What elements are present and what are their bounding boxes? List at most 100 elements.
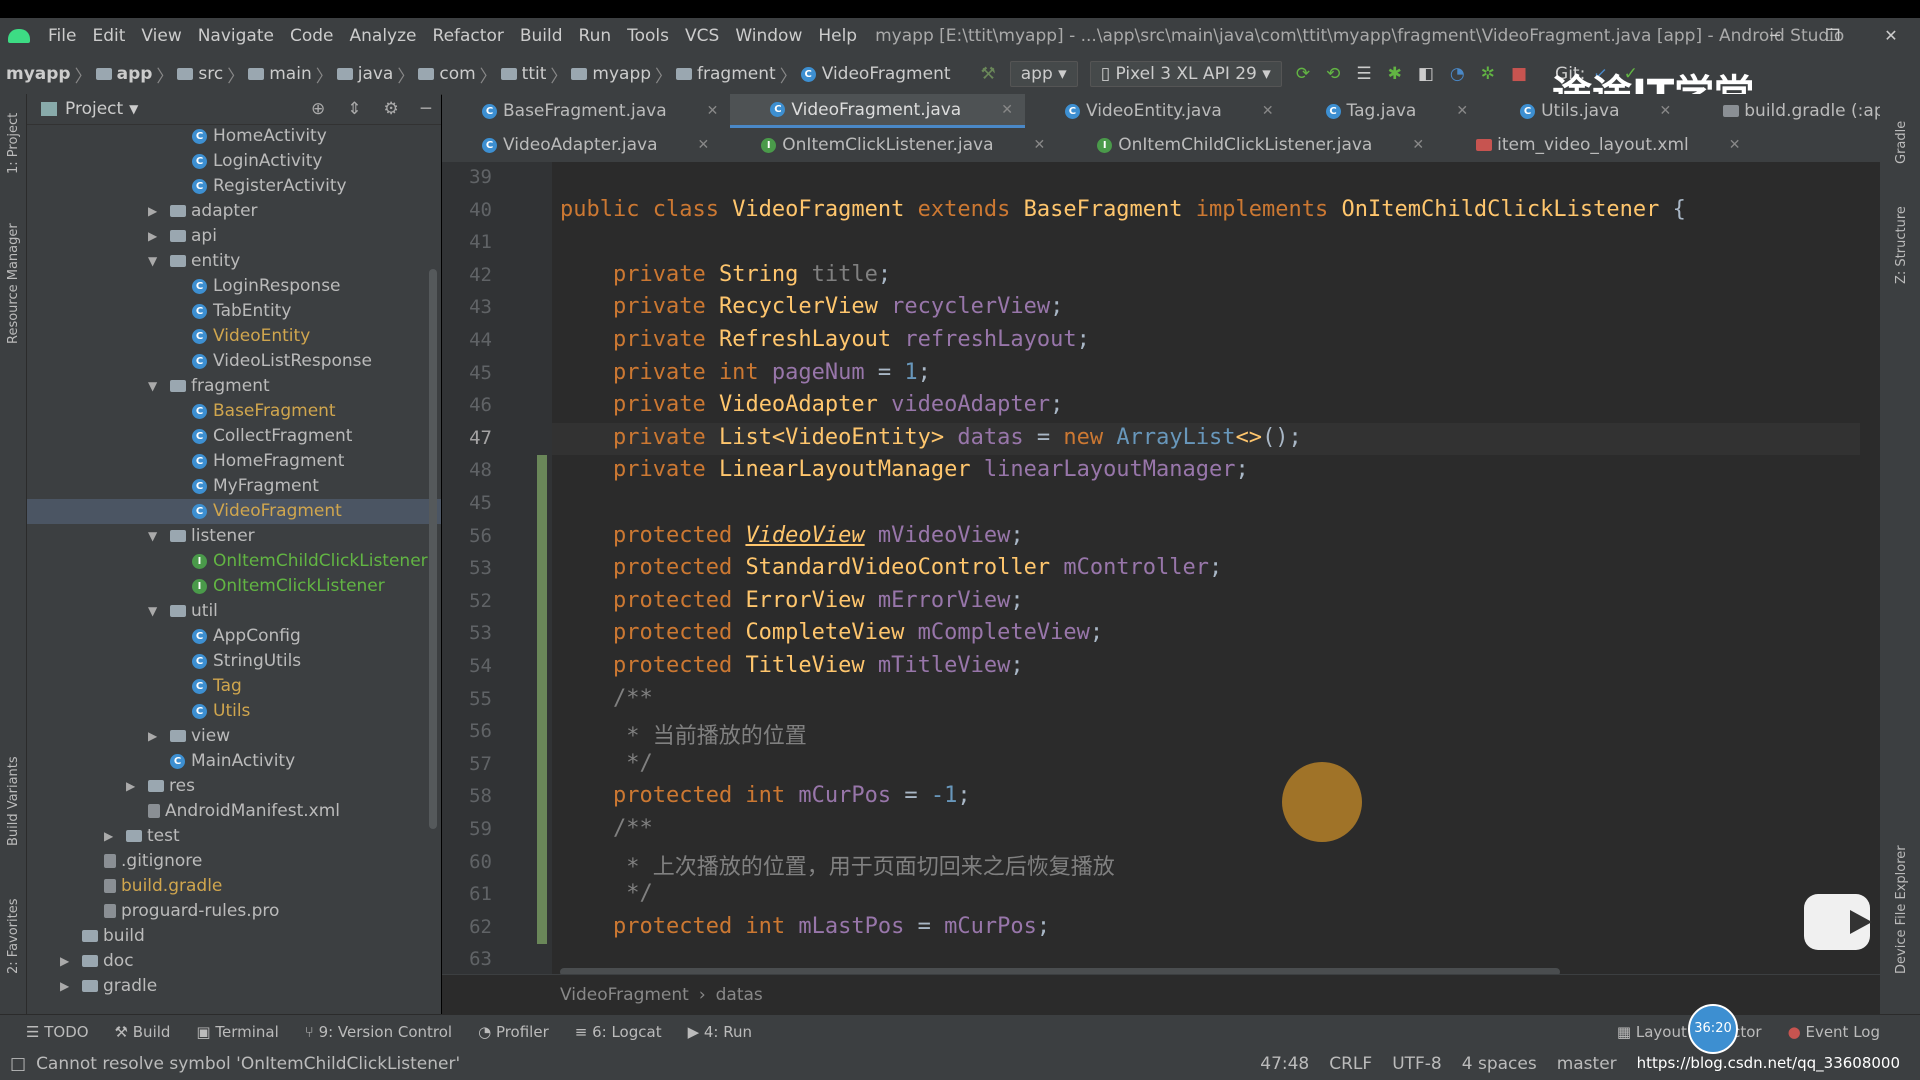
crumb-fragment[interactable]: fragment <box>697 64 776 84</box>
build-variants-tab[interactable]: Build Variants <box>6 756 21 846</box>
sync-icon[interactable]: ☰ <box>1356 64 1371 84</box>
tree-item[interactable]: C LoginResponse <box>27 274 441 299</box>
tree-item[interactable]: build <box>27 924 441 949</box>
terminal-tab[interactable]: ▣ Terminal <box>196 1023 278 1041</box>
apply-changes-icon[interactable]: ⟲ <box>1326 64 1340 84</box>
todo-tab[interactable]: ☰ TODO <box>26 1023 89 1041</box>
close-icon[interactable]: ✕ <box>1862 18 1920 54</box>
tree-item[interactable]: I OnItemClickListener <box>27 574 441 599</box>
debug-icon[interactable]: ✱ <box>1388 64 1402 84</box>
structure-tab[interactable]: Z: Structure <box>1894 206 1909 284</box>
locate-icon[interactable]: ⊕ <box>311 99 325 119</box>
crumb-main[interactable]: main <box>269 64 311 84</box>
crumb-myapp[interactable]: myapp <box>592 64 651 84</box>
tree-item[interactable]: ▼ util <box>27 599 441 624</box>
chevron-down-icon[interactable]: ▼ <box>148 599 157 624</box>
tree-item[interactable]: C HomeFragment <box>27 449 441 474</box>
menu-run[interactable]: Run <box>571 26 620 46</box>
editor-tab[interactable]: item_video_layout.xml ✕ <box>1436 128 1752 162</box>
close-tab-icon[interactable]: ✕ <box>1729 137 1741 153</box>
menu-navigate[interactable]: Navigate <box>190 26 282 46</box>
run-config-select[interactable]: app ▾ <box>1009 61 1078 87</box>
stop-icon[interactable]: ■ <box>1511 64 1527 84</box>
file-encoding[interactable]: UTF-8 <box>1392 1054 1442 1074</box>
tree-item[interactable]: C MainActivity <box>27 749 441 774</box>
crumb-src[interactable]: src <box>198 64 223 84</box>
menu-edit[interactable]: Edit <box>84 26 133 46</box>
tree-item[interactable]: C LoginActivity <box>27 149 441 174</box>
close-tab-icon[interactable]: ✕ <box>698 137 710 153</box>
editor-tab[interactable]: I OnItemClickListener.java ✕ <box>721 128 1057 162</box>
collapse-all-icon[interactable]: ⇕ <box>347 99 361 119</box>
crumb-ttit[interactable]: ttit <box>522 64 547 84</box>
tree-item[interactable]: ▶ res <box>27 774 441 799</box>
tree-item[interactable]: C Utils <box>27 699 441 724</box>
tree-item[interactable]: C VideoFragment <box>27 499 441 524</box>
build-tab[interactable]: ⚒ Build <box>115 1023 171 1041</box>
project-tool-tab[interactable]: 1: Project <box>6 113 21 174</box>
minimize-icon[interactable]: ─ <box>1746 18 1804 54</box>
tree-item[interactable]: C StringUtils <box>27 649 441 674</box>
tree-item[interactable]: C RegisterActivity <box>27 174 441 199</box>
chevron-down-icon[interactable]: ▼ <box>148 374 157 399</box>
menu-window[interactable]: Window <box>727 26 810 46</box>
tree-item[interactable]: ▼ fragment <box>27 374 441 399</box>
chevron-right-icon[interactable]: ▶ <box>148 224 157 249</box>
tree-item[interactable]: ▼ entity <box>27 249 441 274</box>
tree-item[interactable]: C VideoListResponse <box>27 349 441 374</box>
menu-analyze[interactable]: Analyze <box>342 26 425 46</box>
chevron-down-icon[interactable]: ▼ <box>148 524 157 549</box>
crumb-com[interactable]: com <box>439 64 475 84</box>
logcat-tab[interactable]: ≡ 6: Logcat <box>575 1023 662 1041</box>
crumb-project[interactable]: myapp <box>6 64 71 84</box>
close-tab-icon[interactable]: ✕ <box>1262 103 1274 119</box>
tree-item[interactable]: C CollectFragment <box>27 424 441 449</box>
play-button-icon[interactable] <box>1804 894 1872 950</box>
crumb-module[interactable]: app <box>117 64 153 84</box>
close-tab-icon[interactable]: ✕ <box>1412 137 1424 153</box>
tree-item[interactable]: I OnItemChildClickListener <box>27 549 441 574</box>
menu-view[interactable]: View <box>133 26 189 46</box>
code-editor[interactable]: public class VideoFragment extends BaseF… <box>442 162 1880 974</box>
favorites-tab[interactable]: 2: Favorites <box>6 898 21 974</box>
chevron-right-icon[interactable]: ▶ <box>60 974 69 999</box>
menu-code[interactable]: Code <box>282 26 342 46</box>
hammer-build-icon[interactable]: ⚒ <box>981 64 996 84</box>
gear-icon[interactable]: ⚙ <box>384 99 399 119</box>
indent-setting[interactable]: 4 spaces <box>1462 1054 1537 1074</box>
menu-refactor[interactable]: Refactor <box>425 26 512 46</box>
chevron-right-icon[interactable]: ▶ <box>126 774 135 799</box>
editor-tab[interactable]: C VideoEntity.java ✕ <box>1025 94 1286 128</box>
event-log-tab[interactable]: ● Event Log <box>1788 1023 1880 1041</box>
project-scrollbar[interactable] <box>429 269 437 829</box>
profile-icon[interactable]: ◔ <box>1450 64 1465 84</box>
chevron-down-icon[interactable]: ▼ <box>148 249 157 274</box>
editor-tab[interactable]: C BaseFragment.java ✕ <box>442 94 730 128</box>
breadcrumb-field[interactable]: datas <box>716 985 763 1005</box>
caret-position[interactable]: 47:48 <box>1260 1054 1309 1074</box>
tree-item[interactable]: ▶ api <box>27 224 441 249</box>
tree-item[interactable]: AndroidManifest.xml <box>27 799 441 824</box>
close-tab-icon[interactable]: ✕ <box>1001 102 1013 118</box>
menu-file[interactable]: File <box>40 26 84 46</box>
menu-help[interactable]: Help <box>810 26 865 46</box>
tree-item[interactable]: C VideoEntity <box>27 324 441 349</box>
tree-item[interactable]: ▶ doc <box>27 949 441 974</box>
project-panel-title[interactable]: Project <box>65 99 123 119</box>
tree-item[interactable]: C AppConfig <box>27 624 441 649</box>
crumb-file[interactable]: VideoFragment <box>822 64 951 84</box>
close-tab-icon[interactable]: ✕ <box>707 103 719 119</box>
attach-debugger-icon[interactable]: ✲ <box>1481 64 1495 84</box>
editor-tab[interactable]: C VideoFragment.java ✕ <box>730 94 1025 128</box>
crumb-java[interactable]: java <box>358 64 394 84</box>
tree-item[interactable]: ▶ gradle <box>27 974 441 999</box>
editor-tab[interactable]: I OnItemChildClickListener.java ✕ <box>1057 128 1436 162</box>
close-tab-icon[interactable]: ✕ <box>1660 103 1672 119</box>
resource-manager-tab[interactable]: Resource Manager <box>6 223 21 344</box>
tree-item[interactable]: C MyFragment <box>27 474 441 499</box>
version-control-tab[interactable]: ⑂ 9: Version Control <box>305 1023 452 1041</box>
tree-item[interactable]: proguard-rules.pro <box>27 899 441 924</box>
hide-icon[interactable]: ─ <box>421 99 431 119</box>
device-file-explorer-tab[interactable]: Device File Explorer <box>1894 845 1909 974</box>
chevron-right-icon[interactable]: ▶ <box>104 824 113 849</box>
